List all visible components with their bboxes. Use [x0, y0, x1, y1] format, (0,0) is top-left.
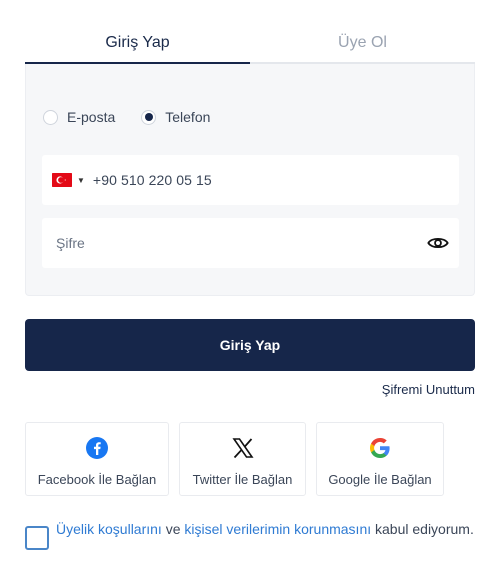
password-placeholder: Şifre: [56, 235, 85, 251]
personal-data-link[interactable]: kişisel verilerimin korunmasını: [184, 521, 371, 537]
twitter-login-button[interactable]: Twitter İle Bağlan: [179, 422, 306, 496]
google-icon: [370, 438, 390, 458]
turkey-flag-icon[interactable]: [52, 173, 72, 187]
radio-phone[interactable]: Telefon: [141, 109, 210, 125]
facebook-label: Facebook İle Bağlan: [37, 472, 157, 487]
login-button[interactable]: Giriş Yap: [25, 319, 475, 371]
terms-and-text: ve: [161, 521, 185, 537]
forgot-password-link[interactable]: Şifremi Unuttum: [382, 382, 475, 397]
membership-terms-link[interactable]: Üyelik koşullarını: [56, 521, 162, 537]
phone-input[interactable]: ▼ +90 510 220 05 15: [42, 155, 459, 205]
radio-phone-label: Telefon: [165, 109, 211, 125]
radio-email-circle[interactable]: [43, 109, 58, 125]
x-logo-icon: [231, 438, 254, 459]
radio-phone-circle[interactable]: [141, 109, 157, 125]
facebook-login-button[interactable]: Facebook İle Bağlan: [25, 422, 169, 496]
radio-email-label: E-posta: [67, 109, 116, 125]
radio-email[interactable]: E-posta: [43, 109, 115, 125]
google-label: Google İle Bağlan: [328, 472, 432, 487]
terms-suffix-text: kabul ediyorum.: [371, 521, 474, 537]
terms-checkbox[interactable]: [25, 526, 49, 550]
google-login-button[interactable]: Google İle Bağlan: [316, 422, 444, 496]
tab-register[interactable]: Üye Ol: [250, 24, 475, 64]
tab-login[interactable]: Giriş Yap: [25, 24, 250, 64]
facebook-icon: [86, 437, 108, 459]
terms-text: Üyelik koşullarını ve kişisel verilerimi…: [56, 520, 476, 538]
show-password-icon[interactable]: [427, 233, 449, 253]
login-method-group: E-posta Telefon: [43, 109, 236, 125]
phone-value[interactable]: +90 510 220 05 15: [93, 172, 212, 188]
twitter-label: Twitter İle Bağlan: [192, 472, 293, 487]
password-input[interactable]: Şifre: [42, 218, 459, 268]
login-form-panel: E-posta Telefon ▼ +90 510 220 05 15 Şifr…: [25, 64, 475, 296]
auth-tabs: Giriş Yap Üye Ol: [25, 24, 475, 64]
country-dropdown-icon[interactable]: ▼: [77, 176, 85, 185]
